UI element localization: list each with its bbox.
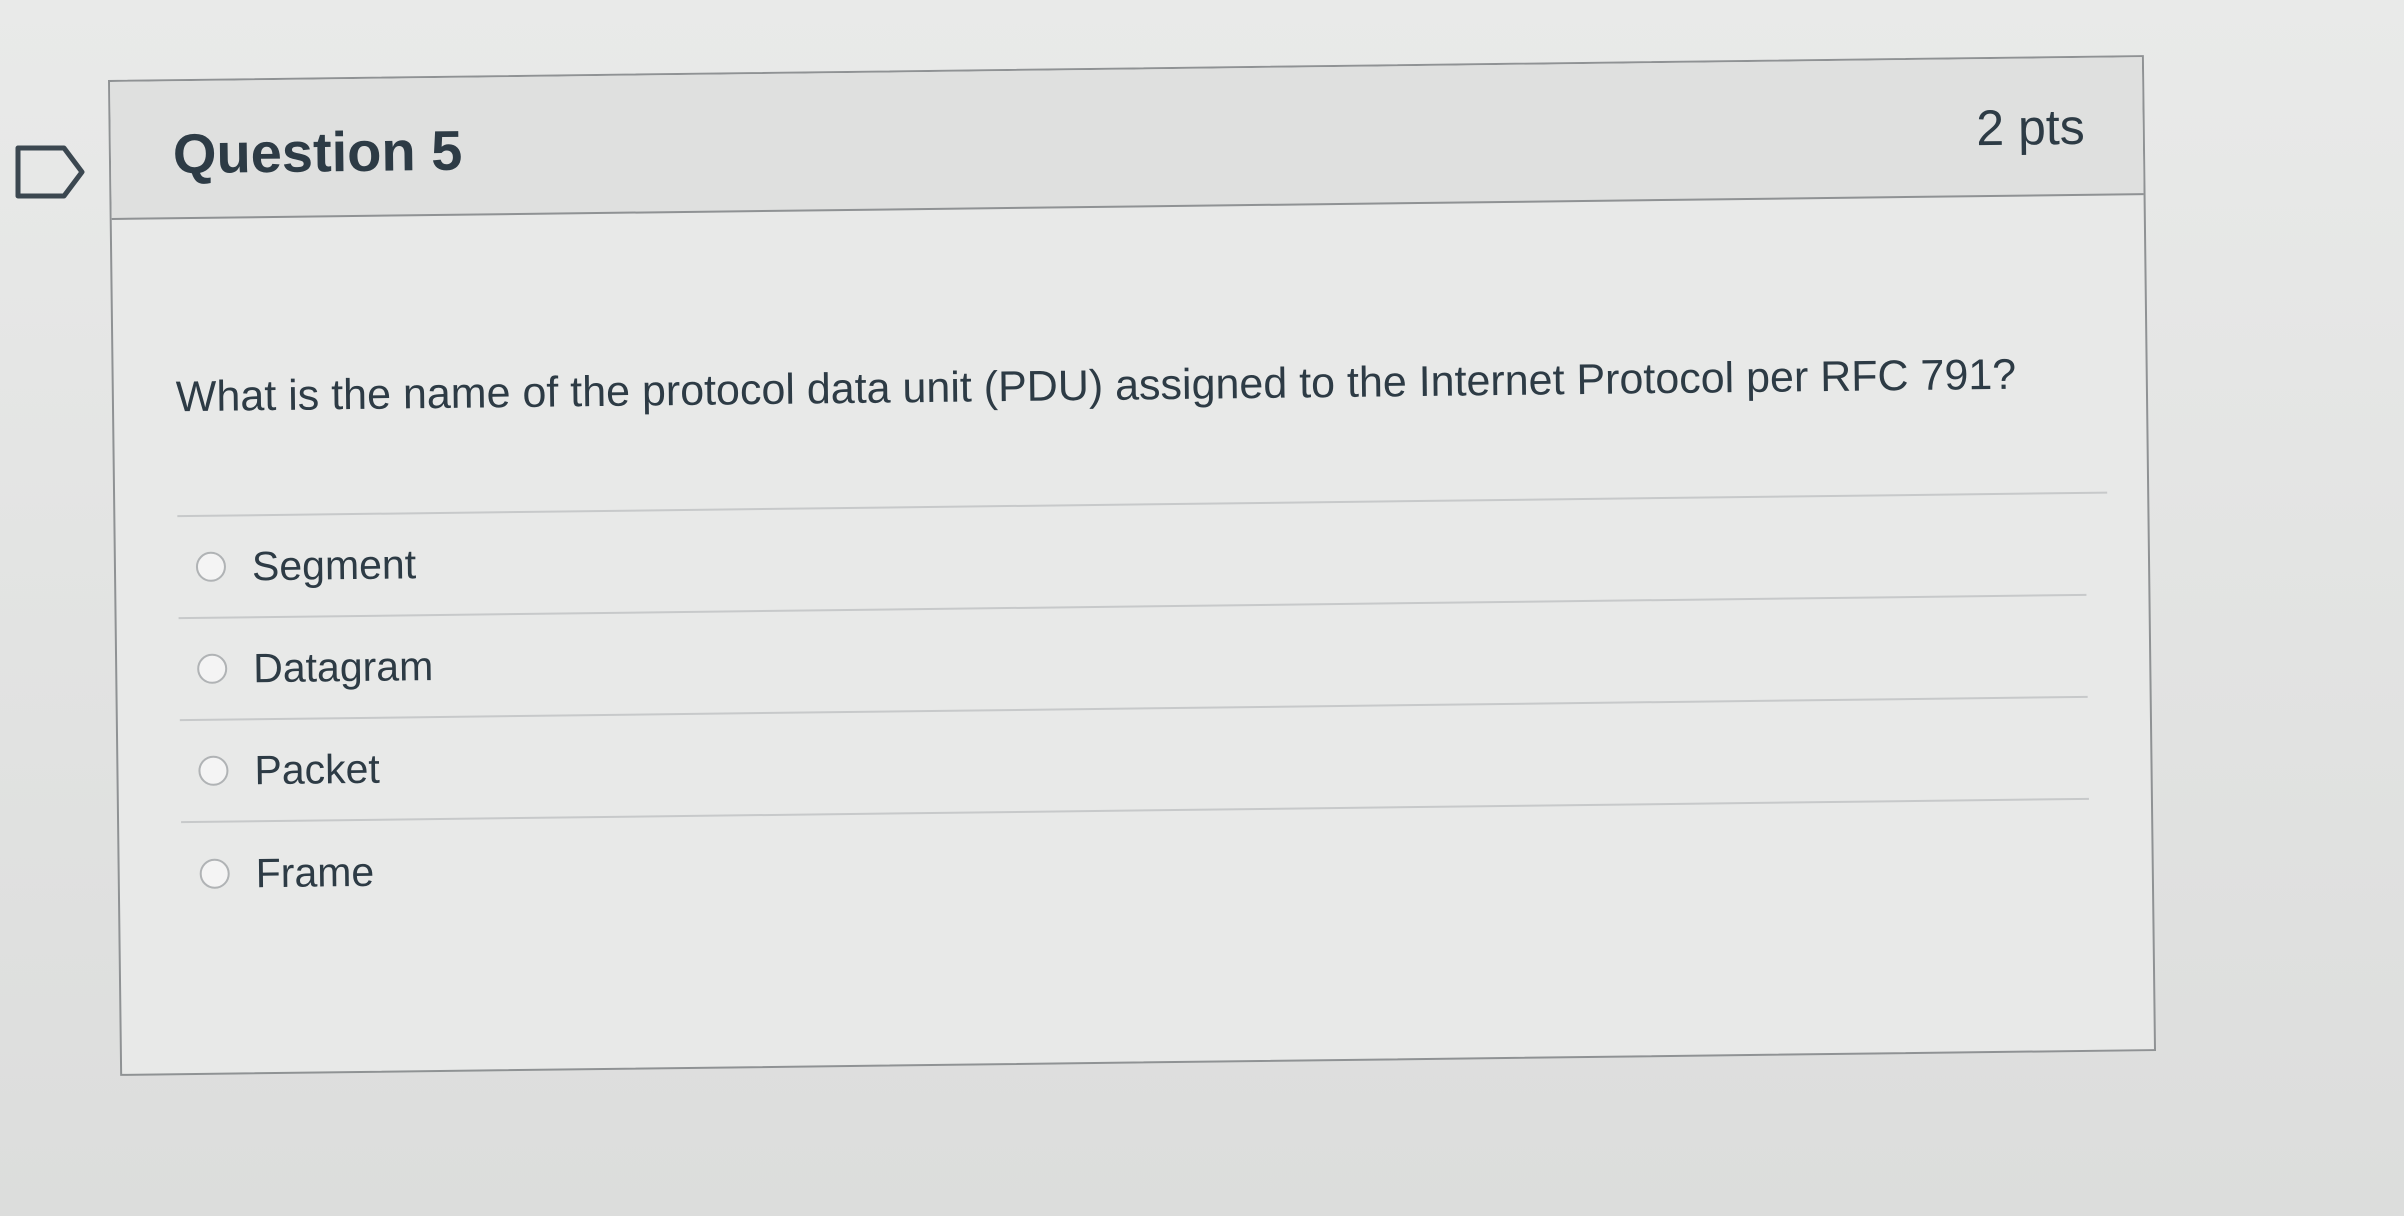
answer-list: Segment Datagram Packet Frame	[177, 493, 2090, 925]
question-title: Question 5	[172, 118, 463, 186]
answer-label: Segment	[251, 540, 417, 589]
radio-button[interactable]	[197, 653, 228, 684]
answer-label: Frame	[255, 848, 375, 896]
radio-button[interactable]	[198, 755, 229, 786]
question-body: What is the name of the protocol data un…	[112, 195, 2152, 926]
question-points: 2 pts	[1975, 98, 2086, 157]
answer-label: Packet	[254, 745, 381, 793]
answer-label: Datagram	[252, 642, 434, 691]
question-text: What is the name of the protocol data un…	[175, 331, 2108, 518]
flag-question-icon[interactable]	[14, 144, 86, 200]
question-header: Question 5 2 pts	[110, 57, 2144, 220]
radio-button[interactable]	[199, 858, 230, 889]
question-card: Question 5 2 pts What is the name of the…	[108, 55, 2157, 1076]
radio-button[interactable]	[195, 551, 227, 582]
